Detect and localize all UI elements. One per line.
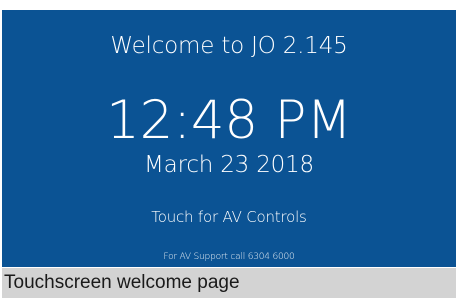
image-caption: Touchscreen welcome page (2, 268, 456, 298)
touchscreen-welcome-panel[interactable]: Welcome to JO 2.145 12:48 PM March 23 20… (2, 10, 456, 267)
screenshot-frame: Welcome to JO 2.145 12:48 PM March 23 20… (0, 0, 458, 298)
clock-date: March 23 2018 (144, 152, 314, 178)
av-support-text: For AV Support call 6304 6000 (163, 252, 295, 262)
welcome-title: Welcome to JO 2.145 (110, 33, 348, 59)
touch-for-av-controls[interactable]: Touch for AV Controls (2, 208, 456, 226)
clock-time: 12:48 PM (106, 90, 352, 151)
